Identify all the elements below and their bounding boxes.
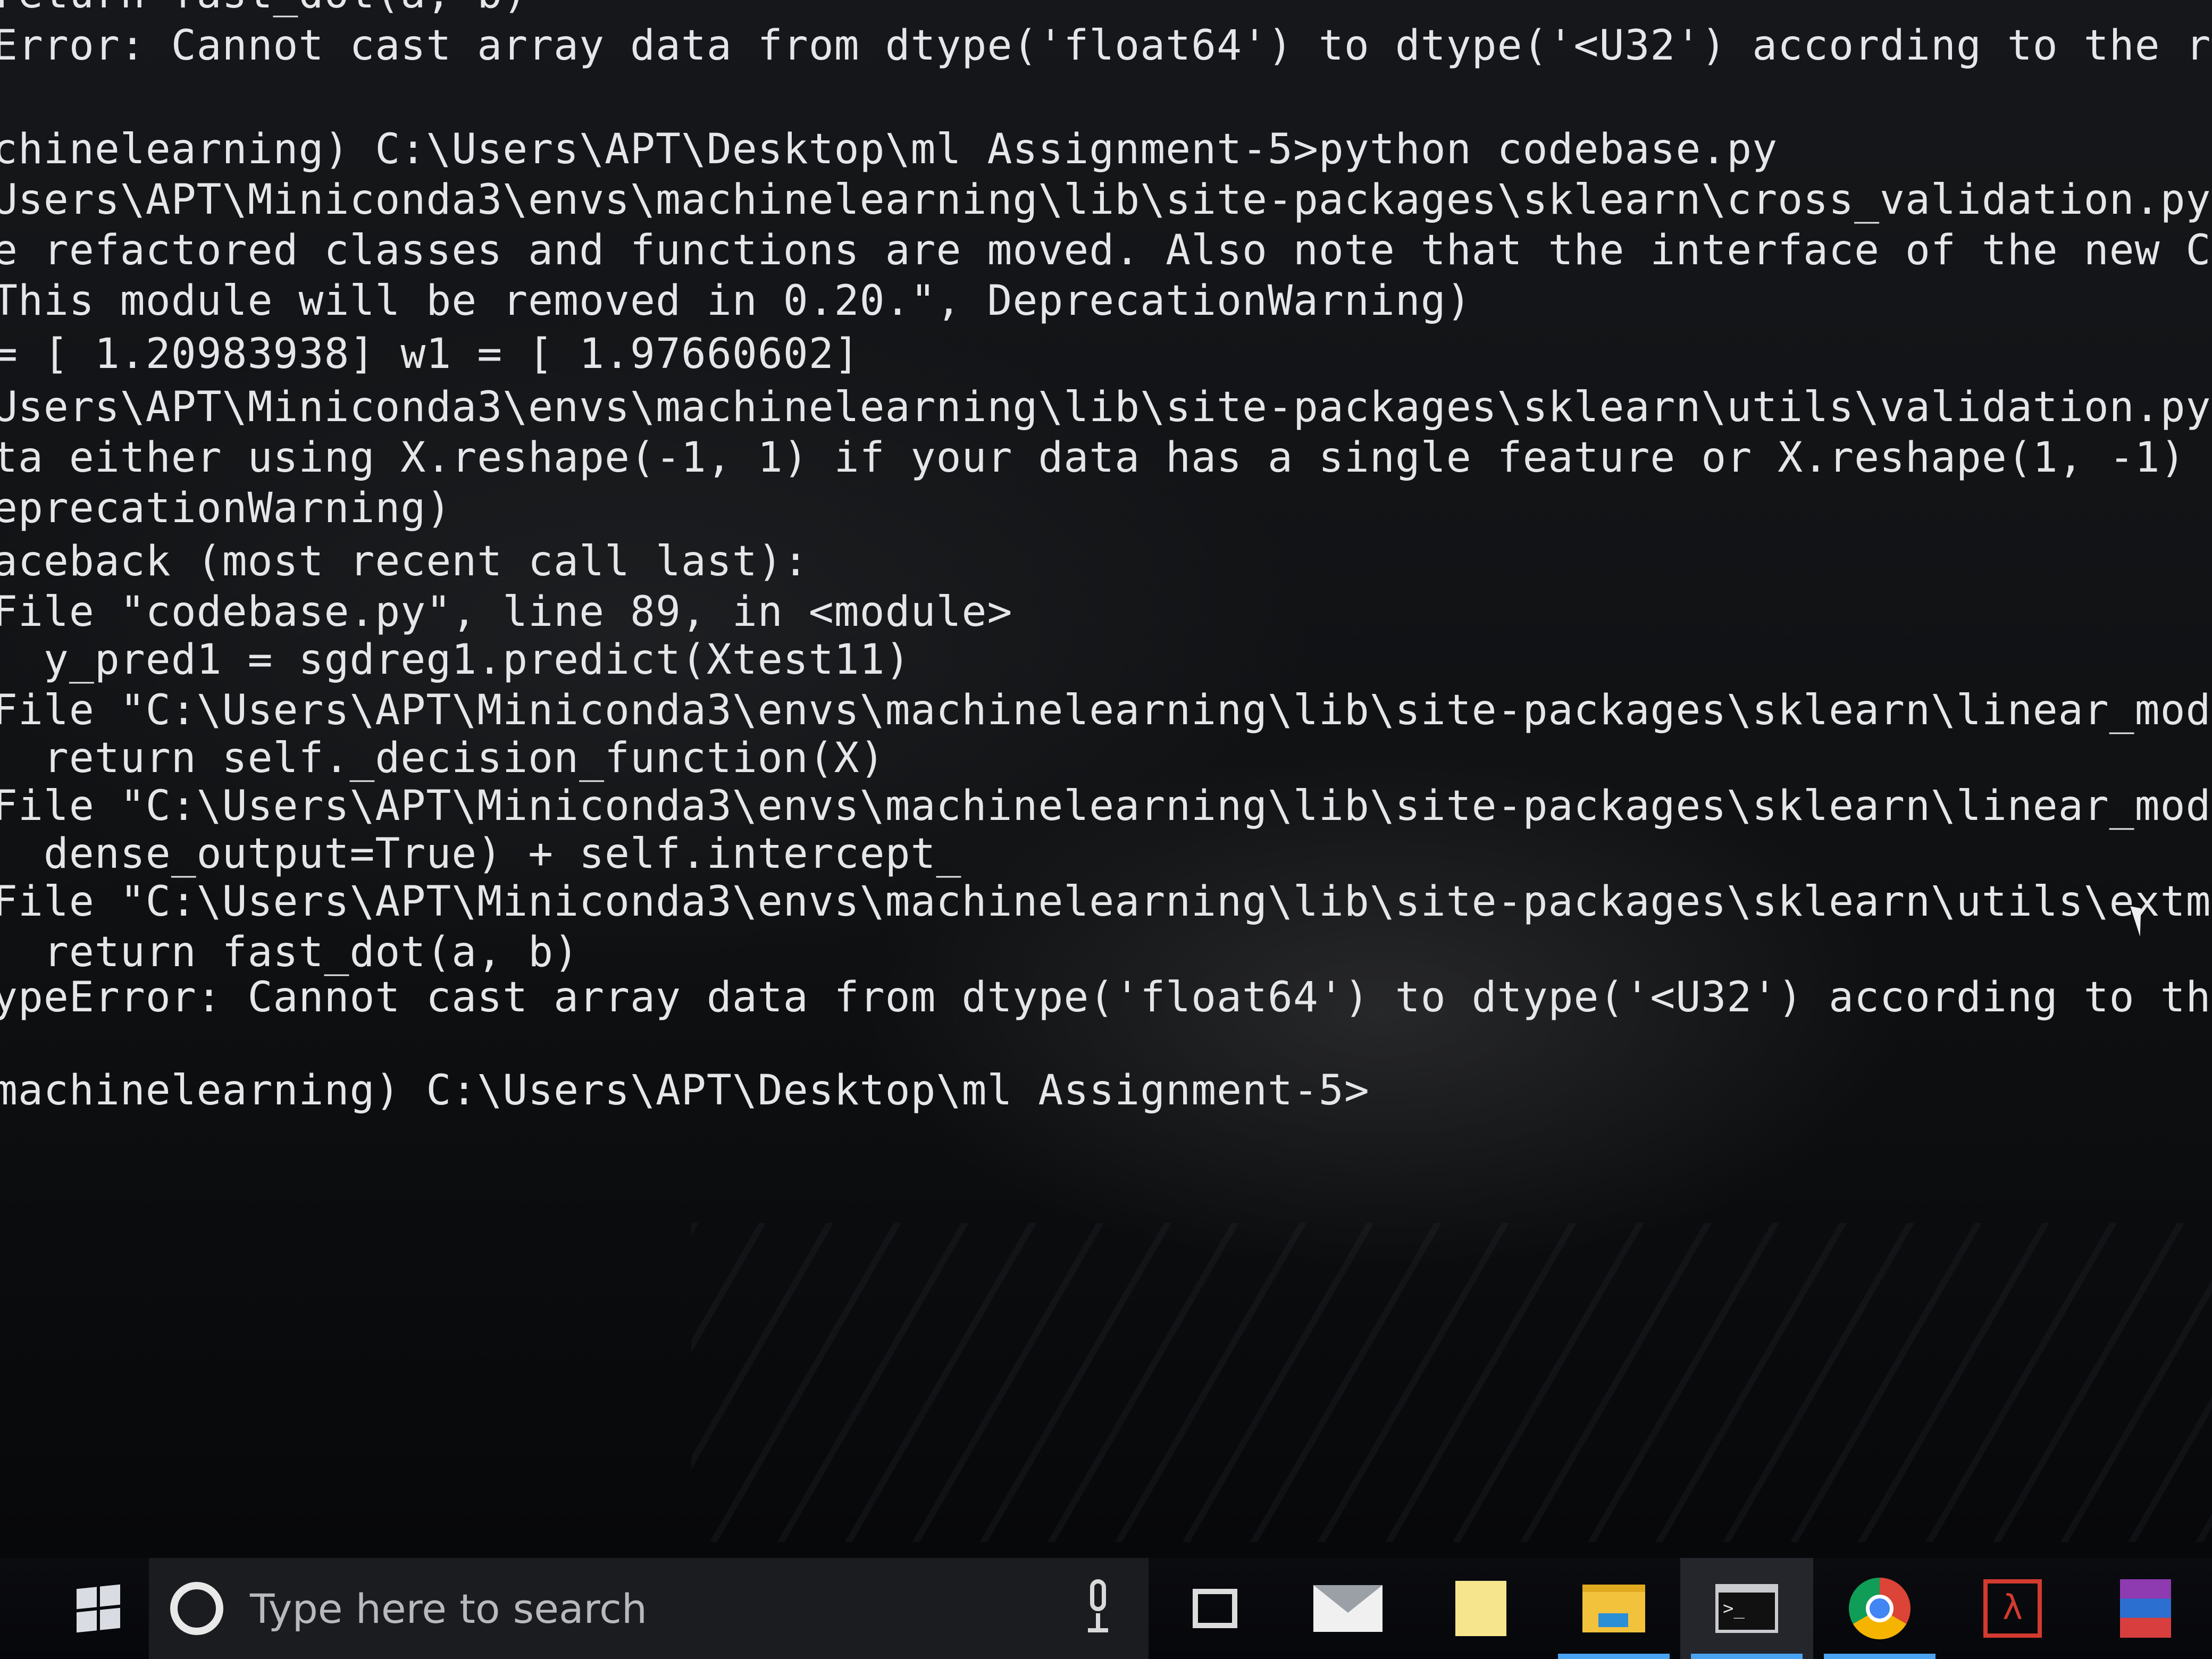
terminal-line: return self._decision_function(X) xyxy=(0,734,885,782)
terminal-line: File "codebase.py", line 89, in <module> xyxy=(0,588,1013,636)
taskbar-item-task-view[interactable] xyxy=(1149,1558,1281,1659)
terminal-line: return fast_dot(a, b) xyxy=(0,0,528,18)
winrar-icon xyxy=(2120,1579,2171,1638)
search-input[interactable]: Type here to search xyxy=(250,1585,1085,1632)
terminal-line: aceback (most recent call last): xyxy=(0,538,809,585)
taskbar-item-acrobat[interactable]: λ xyxy=(1946,1558,2079,1659)
terminal-line: Error: Cannot cast array data from dtype… xyxy=(0,22,2212,70)
start-button[interactable] xyxy=(53,1563,144,1654)
windows-logo-icon xyxy=(77,1584,120,1633)
terminal-line: Users\APT\Miniconda3\envs\machinelearnin… xyxy=(0,176,2212,224)
command-prompt-line[interactable]: machinelearning) C:\Users\APT\Desktop\ml… xyxy=(0,1066,1370,1115)
terminal-line: = [ 1.20983938] w1 = [ 1.97660602] xyxy=(0,330,860,378)
microphone-icon[interactable] xyxy=(1085,1579,1111,1638)
running-indicator xyxy=(1824,1654,1936,1659)
terminal-line: eprecationWarning) xyxy=(0,484,452,532)
chrome-icon xyxy=(1849,1578,1911,1639)
screen-reflection xyxy=(691,1223,2212,1542)
terminal-line: Users\APT\Miniconda3\envs\machinelearnin… xyxy=(0,383,2212,431)
taskbar-item-chrome[interactable] xyxy=(1813,1558,1946,1659)
running-indicator xyxy=(1691,1654,1803,1659)
terminal-line: This module will be removed in 0.20.", D… xyxy=(0,277,1472,325)
mail-icon xyxy=(1313,1585,1382,1632)
terminal-line: ypeError: Cannot cast array data from dt… xyxy=(0,974,2212,1021)
taskbar-item-sticky-notes[interactable] xyxy=(1414,1558,1547,1659)
taskbar-item-winrar[interactable] xyxy=(2079,1558,2212,1659)
terminal-line: File "C:\Users\APT\Miniconda3\envs\machi… xyxy=(0,686,2212,734)
command-prompt-icon: >_ xyxy=(1715,1584,1778,1633)
file-explorer-icon xyxy=(1582,1585,1645,1632)
taskbar-item-mail[interactable] xyxy=(1281,1558,1414,1659)
taskbar: Type here to search >_ λ xyxy=(0,1558,2212,1659)
task-view-icon xyxy=(1193,1589,1237,1628)
terminal-window[interactable]: return fast_dot(a, b) Error: Cannot cast… xyxy=(0,0,2212,1558)
terminal-line: ta either using X.reshape(-1, 1) if your… xyxy=(0,434,2212,482)
sticky-notes-icon xyxy=(1455,1581,1506,1636)
taskbar-item-file-explorer[interactable] xyxy=(1547,1558,1680,1659)
acrobat-icon: λ xyxy=(1983,1579,2042,1638)
terminal-line: File "C:\Users\APT\Miniconda3\envs\machi… xyxy=(0,878,2212,926)
running-indicator xyxy=(1558,1654,1670,1659)
terminal-line: e refactored classes and functions are m… xyxy=(0,227,2212,274)
terminal-line: return fast_dot(a, b) xyxy=(0,928,580,976)
cortana-icon xyxy=(170,1582,223,1635)
terminal-line: chinelearning) C:\Users\APT\Desktop\ml A… xyxy=(0,125,1778,173)
terminal-line: y_pred1 = sgdreg1.predict(Xtest11) xyxy=(0,636,911,684)
taskbar-item-command-prompt[interactable]: >_ xyxy=(1680,1558,1813,1659)
terminal-line: File "C:\Users\APT\Miniconda3\envs\machi… xyxy=(0,782,2212,830)
terminal-line: dense_output=True) + self.intercept_ xyxy=(0,830,962,878)
search-box[interactable]: Type here to search xyxy=(149,1558,1149,1659)
